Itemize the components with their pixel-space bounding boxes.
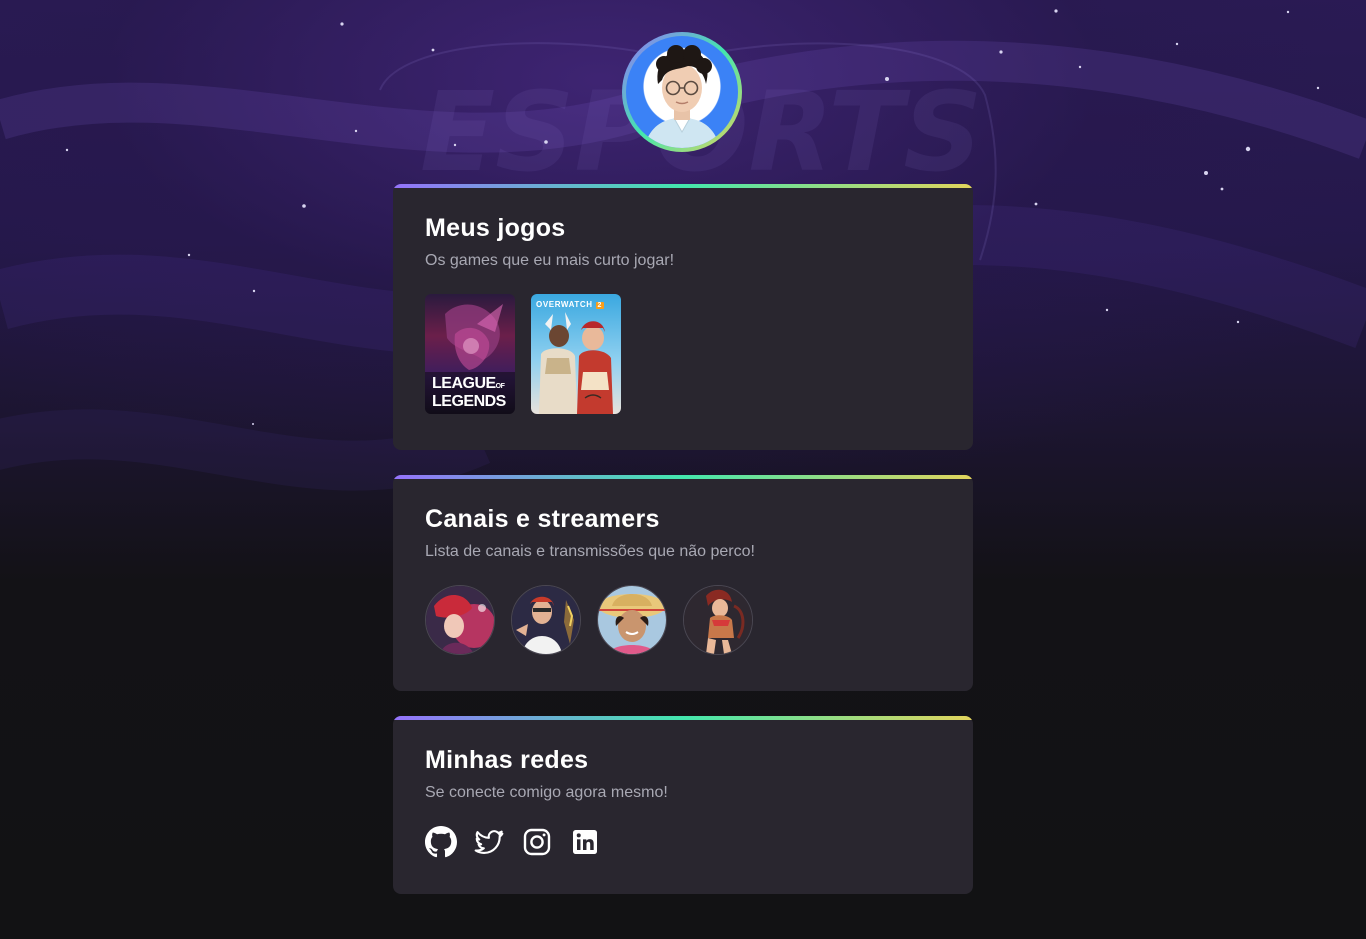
lol-label-of: OF [495, 383, 505, 390]
streamer-avatar-2[interactable] [511, 585, 581, 655]
streamer-avatar-3[interactable] [597, 585, 667, 655]
streamers-card: Canais e streamers Lista de canais e tra… [393, 475, 973, 691]
profile-page: Meus jogos Os games que eu mais curto jo… [0, 0, 1366, 939]
overwatch-badge: 2 [595, 302, 604, 309]
streamers-subtitle: Lista de canais e transmissões que não p… [425, 543, 755, 560]
game-league-of-legends[interactable]: LEAGUEOF LEGENDS [425, 294, 515, 414]
twitter-link[interactable] [473, 826, 505, 858]
overwatch-label: OVERWATCH [536, 300, 593, 309]
socials-subtitle: Se conecte comigo agora mesmo! [425, 784, 668, 801]
games-subtitle: Os games que eu mais curto jogar! [425, 252, 675, 269]
lol-label-line1: LEAGUE [432, 375, 496, 392]
streamer-avatar-4-icon [684, 586, 752, 654]
github-icon [425, 826, 457, 858]
games-card: Meus jogos Os games que eu mais curto jo… [393, 184, 973, 450]
linkedin-link[interactable] [569, 826, 601, 858]
linkedin-icon [573, 830, 597, 854]
games-title: Meus jogos [425, 214, 566, 242]
socials-card: Minhas redes Se conecte comigo agora mes… [393, 716, 973, 894]
lol-label-line2: LEGENDS [432, 393, 506, 410]
streamer-avatar-4[interactable] [683, 585, 753, 655]
streamer-avatar-2-icon [512, 586, 580, 654]
twitter-icon [474, 830, 504, 855]
streamer-avatar-3-icon [598, 586, 666, 654]
streamer-avatar-1-icon [426, 586, 494, 654]
game-overwatch-2[interactable]: OVERWATCH 2 [531, 294, 621, 414]
socials-title: Minhas redes [425, 746, 589, 774]
profile-photo-illustration [644, 45, 720, 148]
profile-photo [626, 36, 738, 148]
streamers-title: Canais e streamers [425, 505, 660, 533]
github-link[interactable] [425, 826, 457, 858]
instagram-link[interactable] [521, 826, 553, 858]
instagram-icon [523, 828, 551, 856]
profile-avatar[interactable] [622, 32, 742, 152]
streamer-avatar-1[interactable] [425, 585, 495, 655]
overwatch-cover-icon [531, 294, 621, 414]
